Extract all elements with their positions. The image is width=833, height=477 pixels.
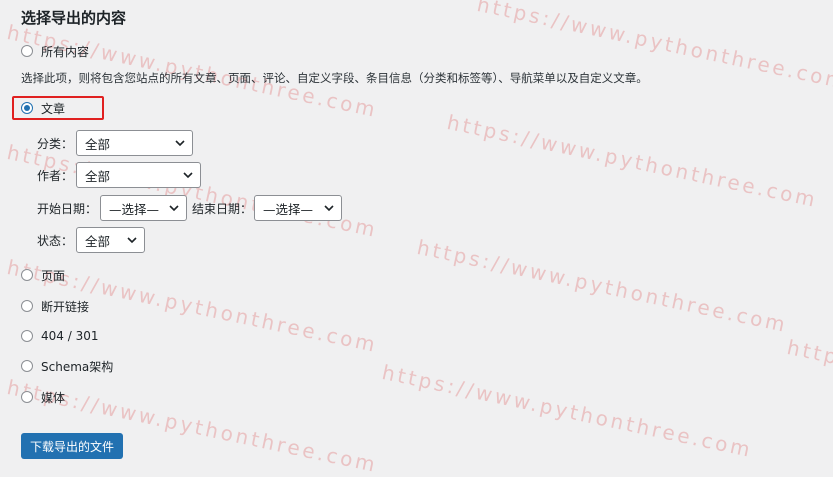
status-select[interactable]: 全部	[76, 227, 145, 253]
watermark: https://www.pythonthree.com	[785, 335, 833, 438]
author-label: 作者：	[37, 169, 74, 183]
option-all[interactable]: 所有内容	[21, 41, 89, 61]
start-date-select[interactable]: —选择—	[100, 195, 187, 221]
chevron-down-icon	[324, 205, 334, 212]
option-pages[interactable]: 页面	[21, 265, 65, 285]
option-all-label: 所有内容	[41, 44, 90, 59]
radio-unchecked-icon[interactable]	[21, 360, 33, 372]
end-date-select[interactable]: —选择—	[254, 195, 342, 221]
watermark: https://www.pythonthree.com	[5, 140, 380, 243]
option-schema[interactable]: Schema架构	[21, 356, 113, 376]
radio-unchecked-icon[interactable]	[21, 300, 33, 312]
chevron-down-icon	[175, 140, 185, 147]
category-label: 分类：	[37, 137, 74, 151]
download-export-button[interactable]: 下载导出的文件	[21, 433, 123, 459]
option-pages-label: 页面	[41, 268, 66, 283]
radio-unchecked-icon[interactable]	[21, 269, 33, 281]
radio-checked-icon[interactable]	[21, 102, 33, 114]
radio-unchecked-icon[interactable]	[21, 391, 33, 403]
option-media-label: 媒体	[41, 390, 66, 405]
option-broken-links-label: 断开链接	[41, 299, 90, 314]
start-date-label: 开始日期：	[37, 202, 98, 216]
option-media[interactable]: 媒体	[21, 387, 65, 407]
end-date-select-value: —选择—	[263, 201, 314, 217]
end-date-label: 结束日期：	[192, 202, 253, 216]
status-label: 状态：	[37, 234, 74, 248]
watermark: https://www.pythonthree.com	[380, 360, 755, 463]
chevron-down-icon	[169, 205, 179, 212]
chevron-down-icon	[183, 172, 193, 179]
radio-unchecked-icon[interactable]	[21, 330, 33, 342]
author-select-value: 全部	[85, 168, 111, 184]
option-broken-links[interactable]: 断开链接	[21, 296, 89, 316]
watermark: https://www.pythonthree.com	[445, 110, 820, 213]
category-select[interactable]: 全部	[76, 130, 193, 156]
option-posts-label: 文章	[41, 101, 66, 116]
author-select[interactable]: 全部	[76, 162, 201, 188]
watermark: https://www.pythonthree.com	[415, 235, 790, 338]
chevron-down-icon	[127, 237, 137, 244]
start-date-select-value: —选择—	[109, 201, 160, 217]
radio-unchecked-icon[interactable]	[21, 45, 33, 57]
option-redirects-label: 404 / 301	[41, 329, 99, 343]
option-redirects[interactable]: 404 / 301	[21, 326, 98, 346]
option-posts[interactable]: 文章	[21, 98, 65, 118]
category-select-value: 全部	[85, 136, 111, 152]
option-schema-label: Schema架构	[41, 359, 114, 374]
option-all-description: 选择此项，则将包含您站点的所有文章、页面、评论、自定义字段、条目信息（分类和标签…	[21, 71, 648, 85]
section-title: 选择导出的内容	[21, 9, 127, 27]
status-select-value: 全部	[85, 233, 111, 249]
